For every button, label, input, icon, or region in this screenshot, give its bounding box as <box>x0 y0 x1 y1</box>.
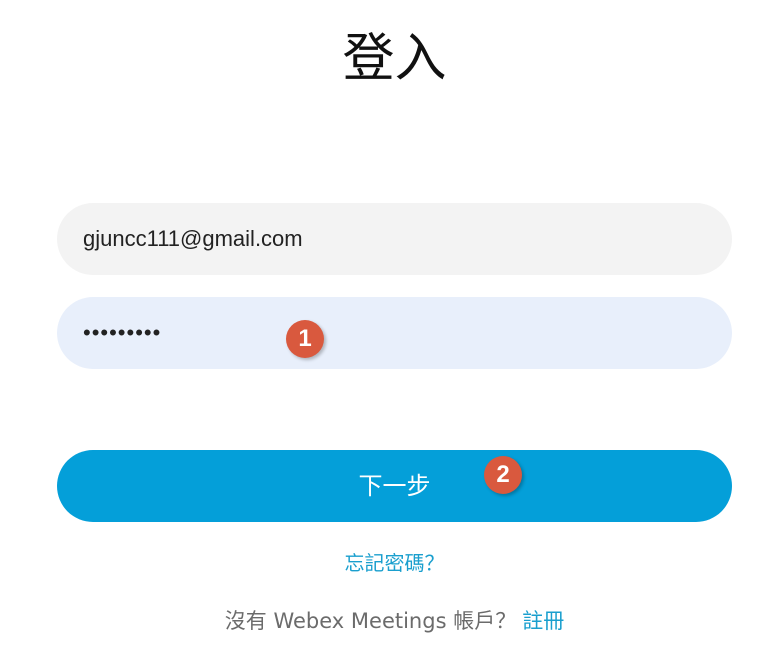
signup-link[interactable]: 註冊 <box>522 609 564 633</box>
step-marker-2: 2 <box>484 456 522 494</box>
page-title: 登入 <box>342 29 447 89</box>
login-page: 登入 1 下一步 2 忘記密碼？ 沒有 Webex Meetings 帳戶？註冊 <box>0 0 769 665</box>
password-input[interactable] <box>83 320 706 346</box>
signup-prompt: 沒有 Webex Meetings 帳戶？ 註冊 <box>0 606 769 636</box>
no-account-text: 沒有 Webex Meetings 帳戶？ <box>224 609 517 633</box>
forgot-password-link[interactable]: 忘記密碼？ <box>0 548 769 578</box>
next-button[interactable]: 下一步 <box>57 450 732 522</box>
password-field[interactable] <box>57 297 732 369</box>
email-field[interactable] <box>57 203 732 275</box>
email-input[interactable] <box>83 226 706 252</box>
step-marker-1: 1 <box>286 320 324 358</box>
